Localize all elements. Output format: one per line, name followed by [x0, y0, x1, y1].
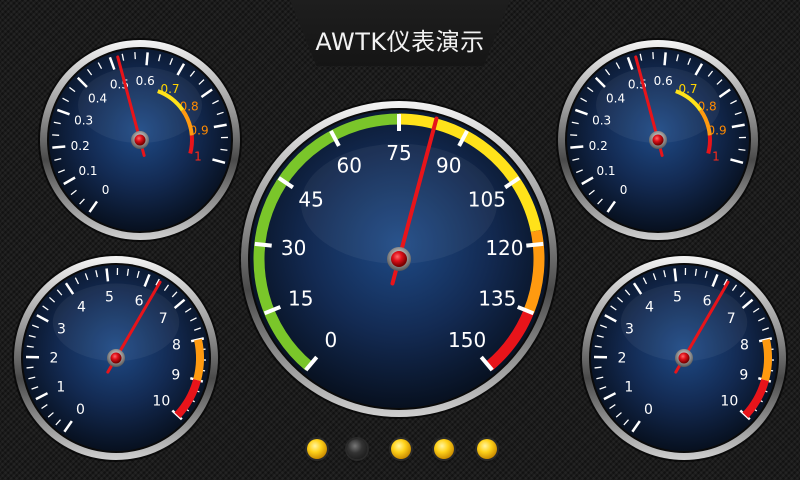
tick-label: 7 — [159, 311, 168, 327]
major-tick — [663, 52, 667, 66]
tick-label: 45 — [298, 188, 323, 212]
warn-arc-orange — [761, 338, 772, 382]
tick-label: 90 — [436, 153, 461, 177]
hub — [652, 134, 664, 146]
tick-label: 8 — [172, 337, 181, 353]
tick-label: 1 — [624, 379, 633, 395]
tick-label: 4 — [645, 299, 654, 315]
major-tick — [105, 268, 110, 282]
minor-tick — [594, 366, 602, 369]
tick-label: 0.3 — [592, 113, 611, 127]
tick-label: 105 — [468, 188, 506, 212]
tick-label: 0.1 — [596, 164, 615, 178]
tick-label: 0.3 — [74, 113, 93, 127]
tick-label: 5 — [105, 289, 114, 305]
tick-label: 1 — [56, 379, 65, 395]
major-tick — [145, 52, 149, 66]
gauge-bottom-left: 01 2 34 5 678 910 — [12, 254, 220, 462]
minor-tick — [26, 366, 34, 369]
tick-label: 0.4 — [88, 92, 107, 106]
tick-label: 120 — [485, 236, 523, 260]
major-tick — [673, 268, 678, 282]
dashboard: AWTK仪表演示 0 0.1 0.2 0.3 0.4 0.5 0.6 0.7 0… — [0, 0, 800, 480]
tick-label: 3 — [625, 322, 634, 338]
led-5 — [477, 439, 497, 459]
tick-label: 0 — [620, 183, 628, 197]
major-tick — [526, 241, 544, 248]
minor-tick — [220, 148, 228, 151]
tick-label: 2 — [618, 350, 627, 366]
tick-label: 0 — [324, 328, 337, 352]
tick-label: 8 — [740, 337, 749, 353]
tick-label: 135 — [478, 287, 516, 311]
tick-label: 0.6 — [136, 74, 155, 88]
tick-label: 0 — [102, 183, 110, 197]
tick-label: 4 — [77, 299, 86, 315]
gauge-center: 0 15 30 45 60 75 90 105 120 135 150 — [239, 99, 559, 419]
tick-label: 6 — [135, 293, 144, 309]
minor-tick — [738, 148, 746, 151]
tick-label: 30 — [281, 236, 306, 260]
tick-label: 6 — [703, 293, 712, 309]
gauge-top-left: 00.10.20.30.40.5 0.60.70.80.91 — [38, 38, 242, 242]
tick-label: 0.6 — [654, 74, 673, 88]
tick-label: 7 — [727, 311, 736, 327]
gauge-top-right: 00.10.20.30.40.5 0.60.70.80.91 — [556, 38, 760, 242]
tick-label: 9 — [171, 367, 180, 383]
major-tick — [570, 145, 584, 149]
tick-label: 15 — [288, 287, 313, 311]
led-3 — [391, 439, 411, 459]
major-tick — [254, 241, 272, 248]
tick-label: 0 — [644, 402, 653, 418]
led-2 — [347, 439, 367, 459]
tick-label: 1 — [712, 150, 720, 164]
tick-label: 0.2 — [589, 139, 608, 153]
tick-label: 0.1 — [78, 164, 97, 178]
tick-label: 150 — [448, 328, 486, 352]
led-4 — [434, 439, 454, 459]
tick-label: 9 — [739, 367, 748, 383]
tick-label: 0.4 — [606, 92, 625, 106]
tick-label: 60 — [337, 153, 362, 177]
hub — [110, 352, 122, 364]
tick-label: 75 — [386, 141, 411, 165]
tick-label: 10 — [720, 393, 738, 409]
major-tick — [52, 145, 66, 149]
hub — [678, 352, 690, 364]
gauges-layer: 00.10.20.30.40.5 0.60.70.80.9100.10.20.30… — [12, 38, 788, 462]
minor-tick — [26, 345, 34, 348]
led-1 — [307, 439, 327, 459]
hub — [134, 134, 146, 146]
tick-label: 5 — [673, 289, 682, 305]
hub — [391, 251, 407, 267]
minor-tick — [594, 345, 602, 348]
tick-label: 0 — [76, 402, 85, 418]
gauge-bottom-right: 01 2 34 5 678 910 — [580, 254, 788, 462]
warn-arc-orange — [193, 338, 204, 382]
tick-label: 10 — [152, 393, 170, 409]
warn-arc-red — [706, 135, 712, 154]
tick-label: 1 — [194, 150, 202, 164]
tick-label: 3 — [57, 322, 66, 338]
tick-label: 2 — [50, 350, 59, 366]
tick-label: 0.2 — [71, 139, 90, 153]
warn-arc-red — [188, 135, 194, 154]
